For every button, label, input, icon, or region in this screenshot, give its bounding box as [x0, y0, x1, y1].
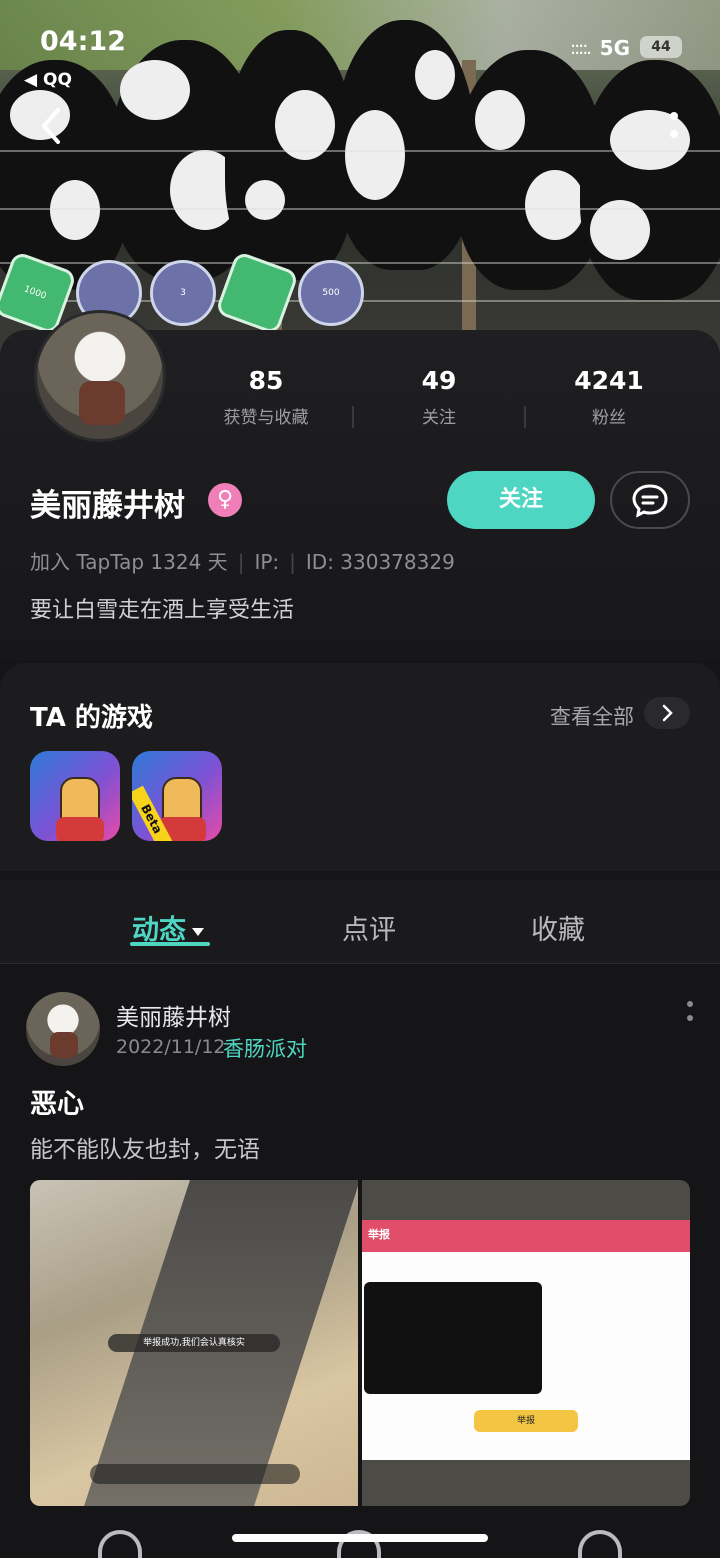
- ip-location: IP:: [254, 550, 280, 574]
- badge-row: 1000 3 500: [0, 250, 380, 336]
- more-options-button[interactable]: [666, 108, 682, 144]
- post-image-1[interactable]: 举报成功,我们会认真核实: [30, 1180, 358, 1506]
- follow-button[interactable]: 关注: [447, 471, 595, 529]
- user-id: ID: 330378329: [305, 550, 455, 574]
- post-text: 能不能队友也封，无语: [30, 1137, 260, 1163]
- post-title: 恶心: [30, 1089, 84, 1120]
- game-icon-sausage-party-beta[interactable]: Beta: [132, 751, 222, 841]
- stat-following[interactable]: 49 关注: [369, 366, 509, 428]
- message-button[interactable]: [610, 471, 690, 529]
- report-success-toast: 举报成功,我们会认真核实: [108, 1334, 280, 1352]
- avatar[interactable]: [34, 310, 166, 442]
- user-bio: 要让白雪走在酒上享受生活: [30, 598, 295, 623]
- status-bar: 04:12 ◀ QQ ::::. 5G 44: [0, 12, 720, 90]
- post-game-tag[interactable]: 香肠派对: [223, 1033, 307, 1063]
- games-title: TA 的游戏: [30, 703, 153, 733]
- see-all-link[interactable]: 查看全部: [550, 701, 634, 731]
- post-date: 2022/11/12: [116, 1036, 226, 1058]
- chat-bubble-icon: [632, 484, 668, 518]
- badge-icon[interactable]: [214, 250, 300, 336]
- post-image-2[interactable]: 举报 举报: [362, 1180, 690, 1506]
- cow: [580, 60, 720, 300]
- tab-reviews[interactable]: 点评: [342, 908, 396, 947]
- report-dialog-title: 举报: [368, 1228, 390, 1241]
- badge-500-icon[interactable]: 500: [298, 260, 364, 326]
- back-button[interactable]: [32, 104, 72, 148]
- battery-icon: 44: [640, 36, 682, 58]
- chevron-right-icon: [662, 704, 673, 722]
- profile-card: 85 获赞与收藏 49 关注 4241 粉丝 美丽藤井树 ♀ 关注 加入 Tap…: [0, 310, 720, 660]
- back-to-app-link[interactable]: ◀ QQ: [24, 70, 72, 90]
- signal-icon: ::::.: [570, 38, 592, 59]
- female-icon: ♀: [208, 483, 242, 517]
- profile-meta: 加入 TapTap 1324 天 | IP: | ID: 330378329: [30, 550, 455, 574]
- report-dialog-button: 举报: [474, 1410, 578, 1432]
- report-dialog: 举报 举报: [362, 1220, 690, 1460]
- report-player-list: [364, 1282, 542, 1394]
- home-indicator: [232, 1534, 488, 1542]
- join-days: 加入 TapTap 1324 天: [30, 550, 228, 574]
- stat-likes[interactable]: 85 获赞与收藏: [196, 366, 336, 428]
- post-author-avatar[interactable]: [26, 992, 100, 1066]
- badge-3-icon[interactable]: 3: [150, 260, 216, 326]
- more-vertical-icon: [687, 1001, 693, 1021]
- post-author-name[interactable]: 美丽藤井树: [116, 998, 231, 1032]
- content-tabs: 动态 点评 收藏: [0, 880, 720, 964]
- network-type: 5G: [599, 36, 630, 60]
- chevron-left-icon: [42, 108, 60, 144]
- post-card: 美丽藤井树 2022/11/12 香肠派对 恶心 能不能队友也封，无语 举报成功…: [0, 966, 720, 1558]
- caret-down-icon: [192, 927, 204, 936]
- game-hud: [90, 1464, 300, 1484]
- post-more-button[interactable]: [686, 1000, 694, 1022]
- tab-indicator: [130, 942, 210, 946]
- more-vertical-icon: [670, 112, 678, 138]
- games-section: TA 的游戏 查看全部 Beta: [0, 663, 720, 871]
- stat-followers[interactable]: 4241 粉丝: [539, 366, 679, 428]
- see-all-button[interactable]: [644, 697, 690, 729]
- user-name: 美丽藤井树: [30, 488, 185, 524]
- tab-favorites[interactable]: 收藏: [531, 908, 585, 947]
- game-icon-sausage-party[interactable]: [30, 751, 120, 841]
- status-time: 04:12: [40, 26, 126, 57]
